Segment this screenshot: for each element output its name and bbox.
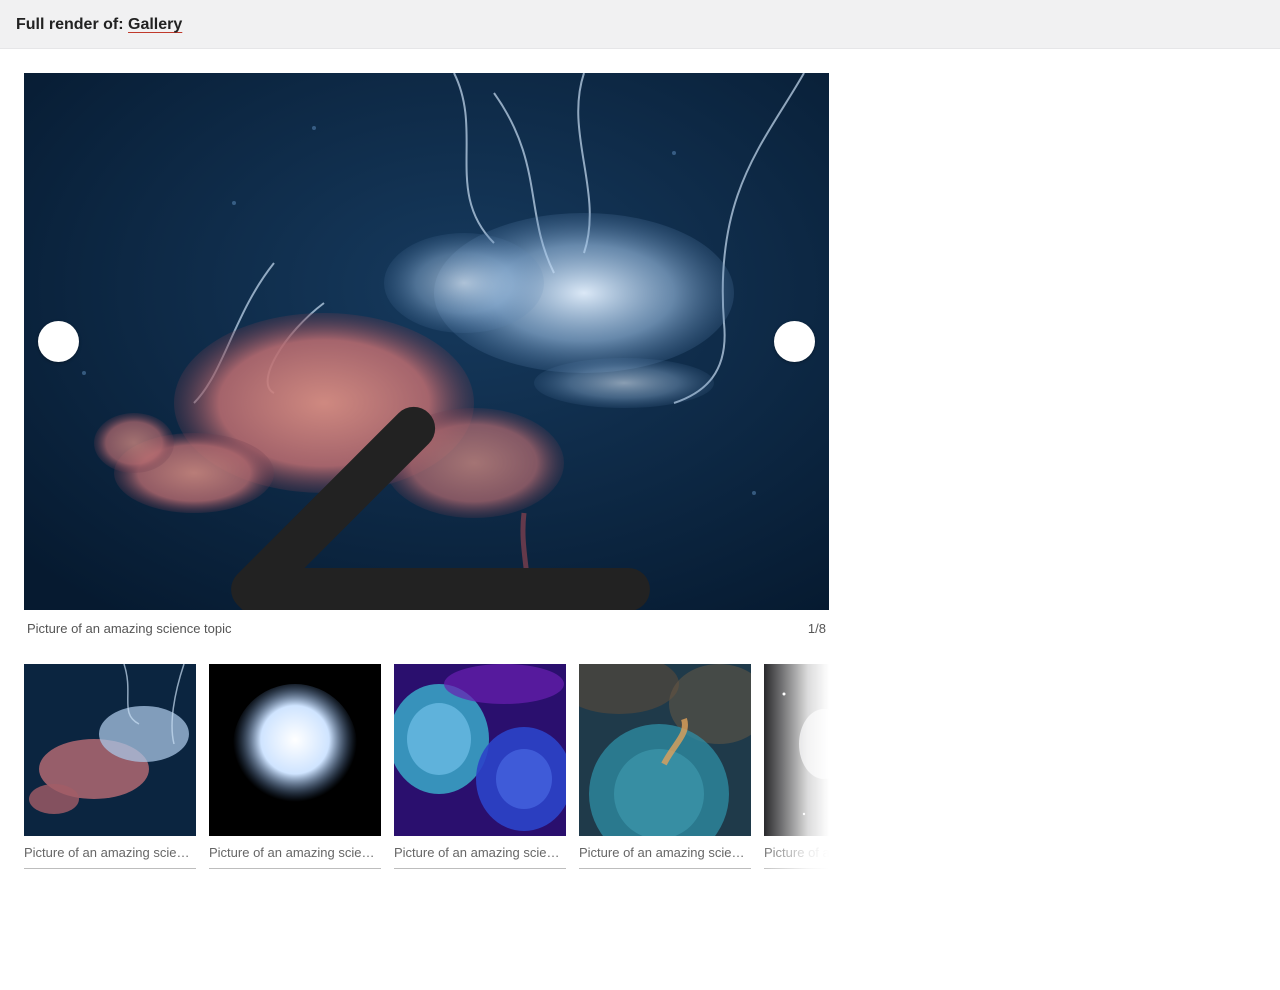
thumbnail-item[interactable]: Picture of an amazing science topic <box>764 664 829 869</box>
arrow-left-icon <box>231 406 650 610</box>
thumbnail-item[interactable]: Picture of an amazing science topic <box>209 664 381 869</box>
gallery-link[interactable]: Gallery <box>128 16 182 33</box>
arrow-right-icon <box>774 321 829 610</box>
page-title-prefix: Full render of: <box>16 16 124 33</box>
thumbnail-image-astronaut <box>764 664 829 836</box>
thumbnail-image-urchin <box>209 664 381 836</box>
thumbnail-image-nebula <box>579 664 751 836</box>
thumbnail-caption: Picture of an amazing science topic <box>579 836 751 869</box>
thumbnail-caption: Picture of an amazing science topic <box>209 836 381 869</box>
main-image <box>24 73 829 610</box>
thumbnail-caption: Picture of an amazing science topic <box>764 836 829 869</box>
thumbnail-image-coral <box>394 664 566 836</box>
gallery: Picture of an amazing science topic 1/8 … <box>24 73 829 874</box>
thumbnail-caption: Picture of an amazing science topic <box>394 836 566 869</box>
previous-button[interactable] <box>38 321 650 610</box>
slide-counter: 1/8 <box>807 621 826 636</box>
thumbnail-item[interactable]: Picture of an amazing science topic <box>579 664 751 869</box>
page-header: Full render of: Gallery <box>0 0 1280 49</box>
thumbnail-caption: Picture of an amazing science topic <box>24 836 196 869</box>
thumbnail-image-jellyfish <box>24 664 196 836</box>
image-caption: Picture of an amazing science topic <box>27 621 232 636</box>
thumbnail-strip[interactable]: Picture of an amazing science topic P <box>24 664 829 874</box>
next-button[interactable] <box>774 321 815 362</box>
thumbnail-item[interactable]: Picture of an amazing science topic <box>394 664 566 869</box>
page-title: Full render of: Gallery <box>16 15 182 35</box>
caption-bar: Picture of an amazing science topic 1/8 <box>24 610 829 647</box>
thumbnail-item[interactable]: Picture of an amazing science topic <box>24 664 196 869</box>
